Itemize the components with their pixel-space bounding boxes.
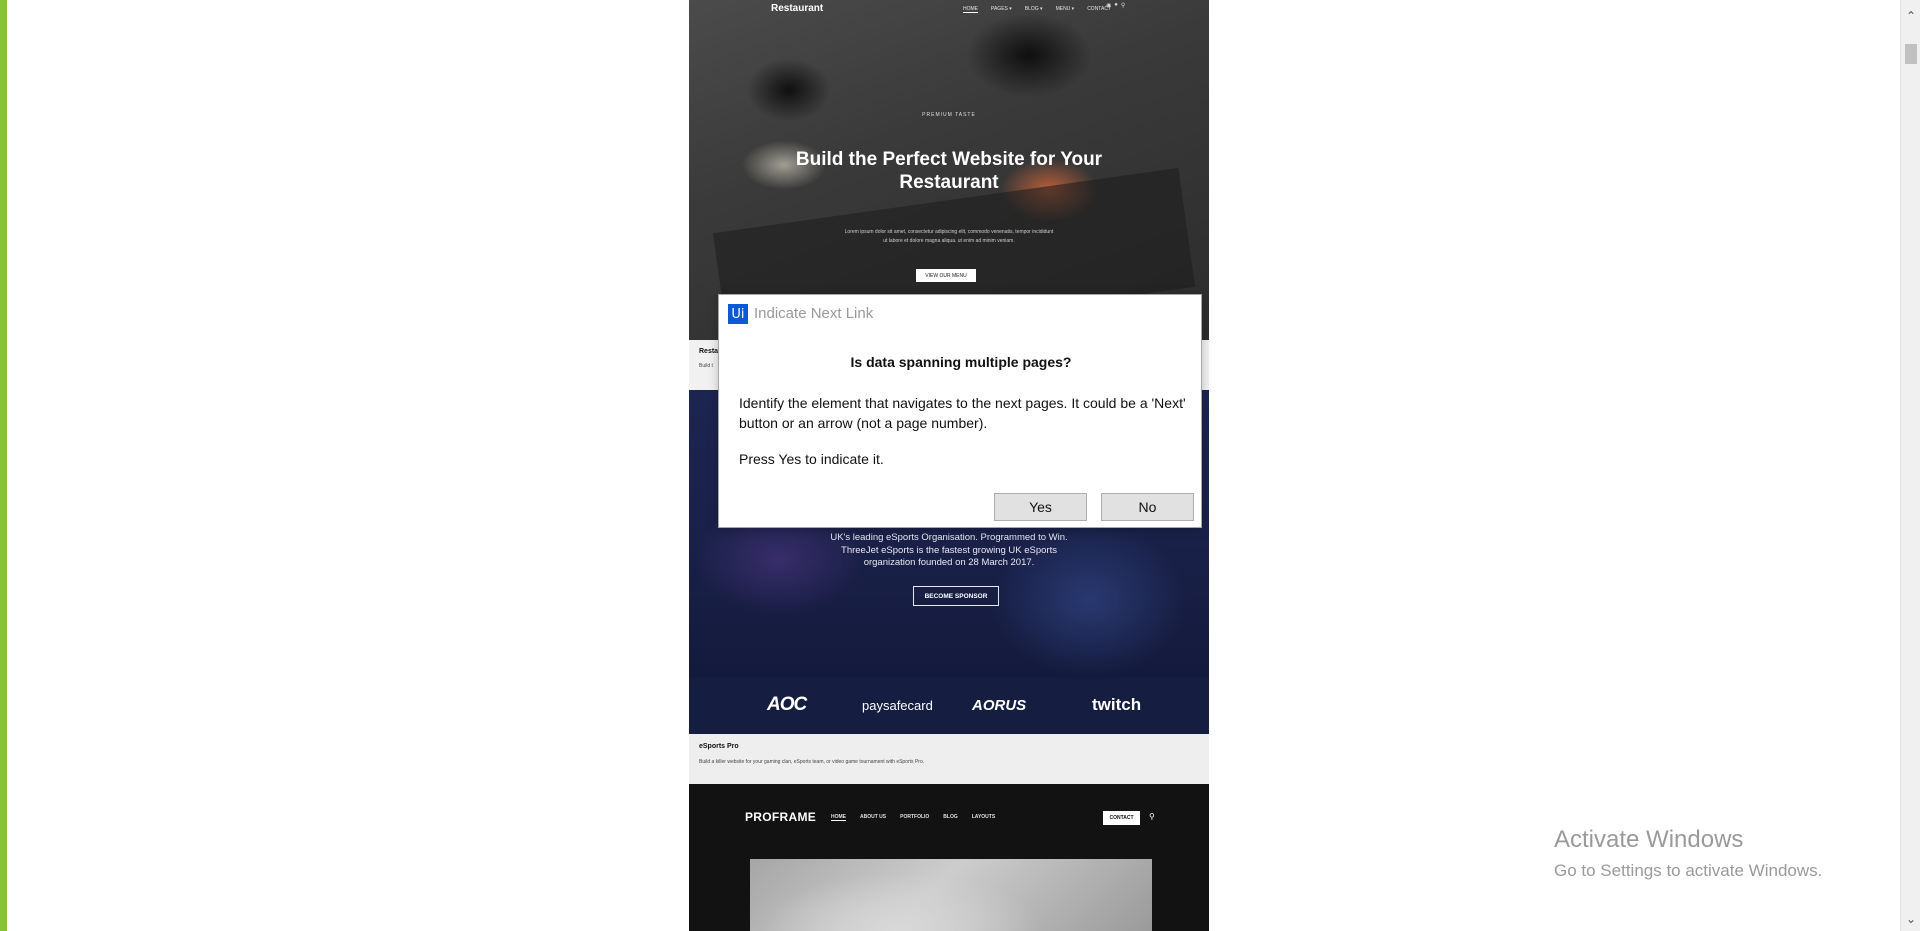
restaurant-caption-title: Resta [699, 348, 719, 355]
proframe-nav-item: LAYOUTS [971, 814, 996, 820]
restaurant-nav: HOME PAGES ▾ BLOG ▾ MENU ▾ CONTACT [963, 6, 1111, 13]
restaurant-nav-item: BLOG ▾ [1024, 6, 1043, 12]
restaurant-hero-description: Lorem ipsum dolor sit amet, consectetur … [844, 229, 1054, 244]
dialog-instruction: Press Yes to indicate it. [739, 451, 884, 467]
proframe-preview[interactable]: PROFRAME HOME ABOUT US PORTFOLIO BLOG LA… [689, 784, 1209, 931]
activate-windows-title: Activate Windows [1554, 826, 1744, 853]
dialog-title: Indicate Next Link [754, 305, 874, 322]
become-sponsor-button: BECOME SPONSOR [913, 586, 999, 606]
restaurant-kicker: PREMIUM TASTE [922, 112, 976, 118]
proframe-logo: PROFRAME [745, 810, 817, 824]
window-edge [0, 0, 7, 931]
restaurant-header-icons: ◉ ● ⚲ [1106, 2, 1125, 9]
restaurant-nav-item: PAGES ▾ [991, 6, 1012, 12]
search-icon: ⚲ [1120, 3, 1126, 9]
esports-caption: eSports Pro Build a killer website for y… [689, 734, 1209, 784]
scroll-up-arrow-icon[interactable]: ⌃ [1901, 6, 1920, 26]
uipath-logo-icon: Ui [728, 304, 748, 324]
esports-caption-subtitle: Build a killer website for your gaming c… [699, 759, 925, 765]
yes-button[interactable]: Yes [994, 493, 1087, 521]
proframe-nav-item: HOME [831, 814, 846, 821]
esports-hero-text: UK's leading eSports Organisation. Progr… [830, 532, 1068, 568]
activate-windows-subtitle: Go to Settings to activate Windows. [1554, 861, 1823, 880]
proframe-contact-button: CONTACT [1103, 811, 1140, 825]
indicate-next-link-dialog: Ui Indicate Next Link Is data spanning m… [718, 294, 1202, 528]
proframe-nav-item: PORTFOLIO [900, 814, 930, 820]
paysafecard-logo: paysafecard [862, 698, 933, 713]
proframe-nav-item: ABOUT US [860, 814, 887, 820]
restaurant-nav-item: HOME [963, 6, 978, 13]
proframe-nav-item: BLOG [943, 814, 958, 820]
restaurant-hero-title: Build the Perfect Website for Your Resta… [795, 149, 1103, 193]
restaurant-nav-item: MENU ▾ [1055, 6, 1075, 12]
restaurant-preview[interactable]: Restaurant HOME PAGES ▾ BLOG ▾ MENU ▾ CO… [689, 0, 1209, 353]
proframe-hero-image [750, 859, 1152, 931]
dialog-body: Identify the element that navigates to t… [739, 395, 1186, 431]
vertical-scrollbar[interactable]: ⌃ ⌄ [1900, 0, 1920, 931]
view-menu-button: VIEW OUR MENU [916, 269, 976, 282]
aoc-logo: AOC [767, 694, 807, 715]
dialog-heading: Is data spanning multiple pages? [850, 354, 1072, 370]
proframe-nav: HOME ABOUT US PORTFOLIO BLOG LAYOUTS [831, 814, 995, 821]
esports-caption-title: eSports Pro [699, 743, 739, 750]
restaurant-caption-subtitle: Build t [699, 363, 713, 369]
aorus-logo: AORUS [972, 697, 1027, 714]
sponsor-logos: AOC paysafecard AORUS twitch [689, 678, 1209, 734]
user-icon: ● [1114, 2, 1118, 8]
search-icon: ⚲ [1149, 812, 1155, 821]
scrollbar-thumb[interactable] [1905, 44, 1917, 64]
restaurant-logo: Restaurant [771, 3, 824, 14]
no-button[interactable]: No [1101, 493, 1194, 521]
scroll-down-arrow-icon[interactable]: ⌄ [1901, 909, 1920, 929]
twitch-logo: twitch [1092, 695, 1142, 714]
cart-icon: ◉ [1106, 3, 1112, 9]
